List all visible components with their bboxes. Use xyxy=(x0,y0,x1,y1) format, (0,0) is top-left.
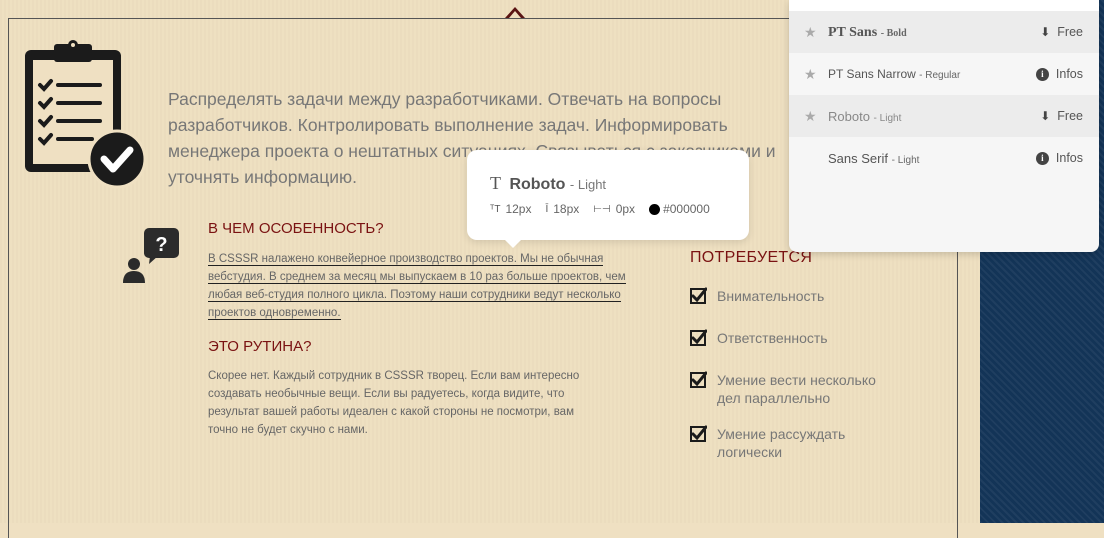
info-icon: i xyxy=(1035,151,1049,165)
line-height-icon: Ī xyxy=(545,203,549,215)
letter-spacing-icon: ⊢⊣ xyxy=(593,203,611,215)
font-style-text: Bold xyxy=(886,27,907,39)
popup-font-style-sep: - xyxy=(569,177,578,192)
font-name: Sans Serif - Light xyxy=(828,151,1036,166)
font-size-icon: ᵀT xyxy=(490,203,501,215)
question-person-icon: ? xyxy=(123,228,179,283)
features-text-content: В CSSSR налажено конвейерное производств… xyxy=(208,253,626,320)
font-inspector-popup: T Roboto - Light ᵀT 12px Ī 18px ⊢⊣ 0px #000… xyxy=(467,150,749,248)
star-icon[interactable]: ★ xyxy=(804,24,818,41)
font-action-label: Infos xyxy=(1055,67,1083,81)
font-action-label: Free xyxy=(1057,25,1083,39)
checkbox-checked-icon xyxy=(690,287,707,304)
requirement-label: Умение вести несколько дел параллельно xyxy=(717,372,876,406)
font-style-text: Regular xyxy=(925,70,961,81)
line-height-value: 18px xyxy=(553,202,580,216)
requirement-item: Внимательность xyxy=(690,287,897,305)
color-swatch xyxy=(649,203,661,215)
font-size-value: 12px xyxy=(505,202,532,216)
clipboard-checklist-icon xyxy=(25,40,147,189)
checkbox-checked-icon xyxy=(690,371,707,388)
font-row-sans-serif[interactable]: ★ Sans Serif - Light iInfos xyxy=(789,137,1099,179)
features-text: В CSSSR налажено конвейерное производств… xyxy=(208,250,628,322)
routine-heading: ЭТО РУТИНА? xyxy=(208,338,312,355)
requirement-item: Умение вести несколько дел параллельно xyxy=(690,371,897,407)
popup-metrics: ᵀT 12px Ī 18px ⊢⊣ 0px #000000 xyxy=(490,202,724,216)
top-tab-marker xyxy=(505,7,525,18)
font-action-button[interactable]: ⬇ Free xyxy=(1040,109,1083,123)
font-action-label: Free xyxy=(1057,109,1083,123)
requirement-label: Умение рассуждать логически xyxy=(717,426,846,460)
checkbox-checked-icon xyxy=(690,329,707,346)
font-action-button[interactable]: i Infos xyxy=(1035,151,1083,165)
color-metric: #000000 xyxy=(649,202,710,216)
font-name: PT Sans Narrow - Regular xyxy=(828,67,1036,81)
popup-font-style: Light xyxy=(577,177,607,192)
requirement-label: Внимательность xyxy=(717,288,825,304)
requirement-item: Ответственность xyxy=(690,329,897,347)
font-size-metric: ᵀT 12px xyxy=(490,202,531,216)
requirement-item: Умение рассуждать логически xyxy=(690,425,897,461)
font-row-pt-sans-narrow[interactable]: ★ PT Sans Narrow - Regular i Infos xyxy=(789,53,1099,95)
info-icon: i xyxy=(1035,67,1049,81)
font-type-icon: T xyxy=(490,173,501,193)
font-style-text: Light xyxy=(879,112,902,124)
font-action-button[interactable]: i Infos xyxy=(1035,67,1083,81)
download-icon: ⬇ xyxy=(1040,25,1051,39)
font-list-panel: ★ PT Sans - Bold ⬇ Free ★ PT Sans Narrow … xyxy=(789,0,1099,252)
popup-font-name: Roboto xyxy=(509,176,566,193)
svg-text:?: ? xyxy=(155,234,167,256)
font-name: PT Sans - Bold xyxy=(828,24,1040,41)
checkbox-checked-icon xyxy=(690,425,707,442)
font-row-roboto[interactable]: ★ Roboto - Light ⬇ Free xyxy=(789,95,1099,137)
font-name-text: PT Sans xyxy=(828,24,878,40)
popup-title: T Roboto - Light xyxy=(490,173,606,194)
font-action-label: Infos xyxy=(1055,151,1083,165)
font-name-text: PT Sans Narrow xyxy=(828,67,916,81)
color-value: #000000 xyxy=(663,202,710,216)
star-icon[interactable]: ★ xyxy=(804,66,818,83)
features-heading: В ЧЕМ ОСОБЕННОСТЬ? xyxy=(208,220,384,237)
routine-text: Скорее нет. Каждый сотрудник в CSSSR тво… xyxy=(208,370,580,436)
font-row-pt-sans[interactable]: ★ PT Sans - Bold ⬇ Free xyxy=(789,11,1099,53)
font-action-button[interactable]: ⬇ Free xyxy=(1040,25,1083,39)
font-name: Roboto - Light xyxy=(828,109,1040,124)
font-name-text: Roboto xyxy=(828,108,870,124)
line-height-metric: Ī 18px xyxy=(545,202,579,216)
font-name-text: Sans Serif xyxy=(828,150,888,166)
requirement-label: Ответственность xyxy=(717,330,828,346)
download-icon: ⬇ xyxy=(1040,109,1051,123)
star-icon[interactable]: ★ xyxy=(804,108,818,125)
font-style-text: Light xyxy=(897,154,920,166)
letter-spacing-value: 0px xyxy=(615,202,636,216)
letter-spacing-metric: ⊢⊣ 0px xyxy=(593,202,635,216)
